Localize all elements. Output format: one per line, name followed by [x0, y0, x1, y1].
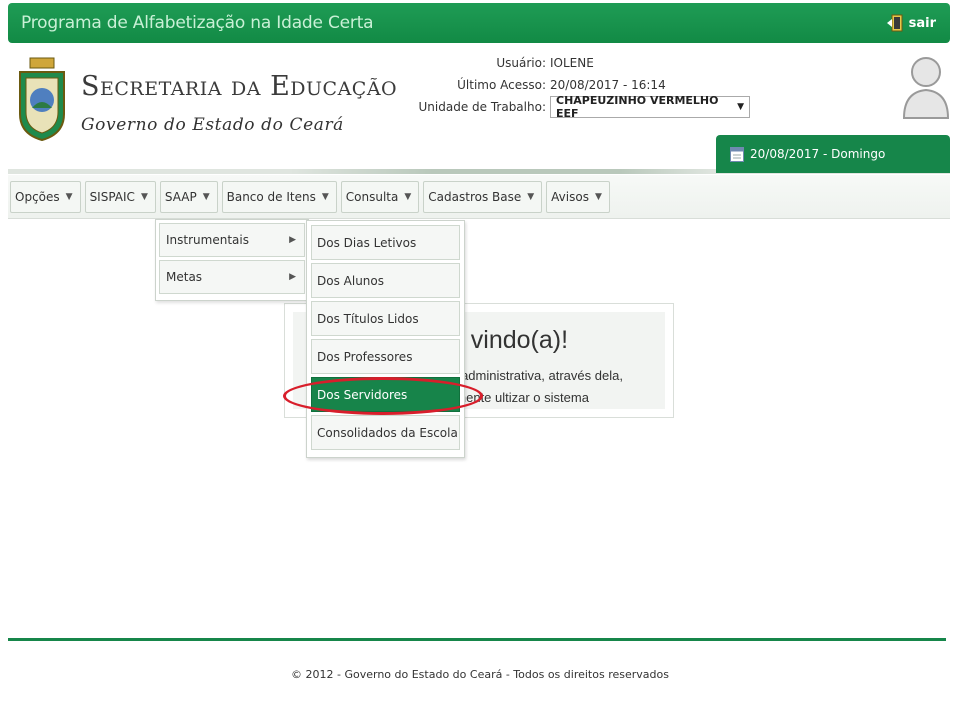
footer-divider	[8, 638, 946, 641]
work-unit-value: CHAPEUZINHO VERMELHO EEF	[556, 94, 719, 120]
menu-consulta[interactable]: Consulta ▼	[340, 180, 420, 213]
submenu-item-servidores[interactable]: Dos Servidores	[311, 377, 460, 412]
menu-label: Avisos	[551, 189, 589, 204]
avatar-icon[interactable]	[901, 52, 951, 122]
menu-opcoes[interactable]: Opções ▼	[10, 180, 81, 213]
menu-label: SAAP	[164, 189, 197, 204]
menu-cadastros-base[interactable]: Cadastros Base ▼	[423, 180, 543, 213]
saap-submenu: Instrumentais ▶ Metas ▶	[155, 219, 309, 301]
chevron-down-icon: ▼	[527, 191, 535, 202]
user-info: Usuário: IOLENE Último Acesso: 20/08/201…	[408, 52, 758, 120]
menu-label: Banco de Itens	[226, 189, 316, 204]
user-value: IOLENE	[550, 56, 594, 70]
submenu-item-titulos-lidos[interactable]: Dos Títulos Lidos	[311, 301, 460, 336]
menu-saap[interactable]: SAAP ▼	[159, 180, 218, 213]
menu-avisos[interactable]: Avisos ▼	[546, 180, 610, 213]
user-label: Usuário:	[496, 56, 546, 70]
submenu-label: Consolidados da Escola	[317, 425, 458, 440]
menu-label: Opções	[15, 189, 60, 204]
instrumentais-submenu: Dos Dias Letivos Dos Alunos Dos Títulos …	[306, 220, 465, 458]
logout-icon	[886, 14, 903, 32]
submenu-label: Dos Dias Letivos	[317, 235, 417, 250]
submenu-item-professores[interactable]: Dos Professores	[311, 339, 460, 374]
date-tab: 20/08/2017 - Domingo	[716, 135, 950, 173]
menu-sispaic[interactable]: SISPAIC ▼	[84, 180, 156, 213]
submenu-label: Dos Alunos	[317, 273, 384, 288]
menu-label: Consulta	[345, 189, 399, 204]
chevron-down-icon: ▼	[594, 191, 602, 202]
chevron-down-icon: ▼	[737, 102, 744, 112]
app-title: Programa de Alfabetização na Idade Certa	[21, 13, 374, 33]
last-access-value: 20/08/2017 - 16:14	[550, 78, 666, 92]
current-date: 20/08/2017 - Domingo	[750, 147, 886, 161]
submenu-item-alunos[interactable]: Dos Alunos	[311, 263, 460, 298]
org-subtitle: Governo do Estado do Ceará	[81, 115, 344, 135]
submenu-label: Dos Professores	[317, 349, 413, 364]
logout-label: sair	[908, 15, 936, 31]
footer-copyright: © 2012 - Governo do Estado do Ceará - To…	[291, 668, 669, 681]
chevron-down-icon: ▼	[404, 191, 412, 202]
crest-logo	[19, 57, 65, 142]
submenu-item-instrumentais[interactable]: Instrumentais ▶	[159, 223, 305, 257]
menu-banco-de-itens[interactable]: Banco de Itens ▼	[221, 180, 337, 213]
submenu-item-metas[interactable]: Metas ▶	[159, 260, 305, 294]
main-menu: Opções ▼ SISPAIC ▼ SAAP ▼ Banco de Itens…	[8, 175, 950, 219]
menu-label: Cadastros Base	[428, 189, 522, 204]
top-bar: Programa de Alfabetização na Idade Certa…	[8, 3, 950, 43]
submenu-label: Instrumentais	[166, 233, 249, 247]
welcome-text-line-1: ea administrativa, através dela,	[443, 368, 623, 383]
submenu-label: Dos Servidores	[317, 387, 408, 402]
chevron-down-icon: ▼	[321, 191, 329, 202]
submenu-item-consolidados[interactable]: Consolidados da Escola	[311, 415, 460, 450]
logout-button[interactable]: sair	[886, 14, 936, 32]
chevron-down-icon: ▼	[140, 191, 148, 202]
work-unit-select[interactable]: CHAPEUZINHO VERMELHO EEF ▼	[550, 94, 750, 120]
work-unit-label: Unidade de Trabalho:	[418, 100, 546, 114]
last-access-label: Último Acesso:	[457, 78, 546, 92]
chevron-down-icon: ▼	[202, 191, 210, 202]
submenu-item-dias-letivos[interactable]: Dos Dias Letivos	[311, 225, 460, 260]
header: Secretaria da Educação Governo do Estado…	[8, 44, 950, 174]
calendar-icon	[730, 147, 744, 162]
menu-label: SISPAIC	[89, 189, 135, 204]
chevron-right-icon: ▶	[289, 272, 296, 282]
org-title: Secretaria da Educação	[81, 71, 398, 102]
submenu-label: Dos Títulos Lidos	[317, 311, 419, 326]
chevron-right-icon: ▶	[289, 235, 296, 245]
chevron-down-icon: ▼	[65, 191, 73, 202]
submenu-label: Metas	[166, 270, 203, 284]
